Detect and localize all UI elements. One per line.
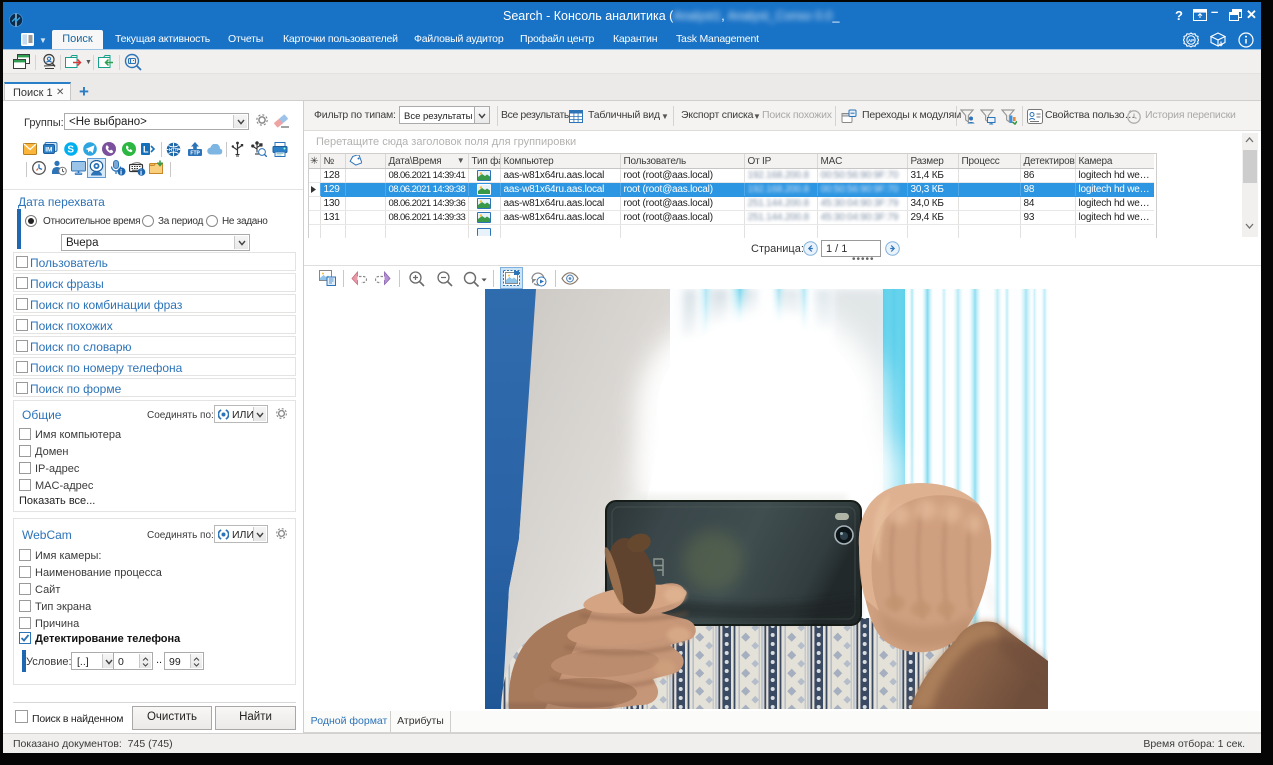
svg-text:S: S	[67, 144, 74, 155]
svg-text:i: i	[140, 168, 142, 176]
svg-text:L: L	[143, 145, 149, 155]
svg-text:FTP: FTP	[190, 151, 200, 157]
svg-text:API: API	[1188, 38, 1195, 43]
svg-text:i: i	[120, 167, 122, 176]
svg-text:IM: IM	[45, 147, 52, 154]
svg-text:HTTP: HTTP	[169, 147, 180, 152]
